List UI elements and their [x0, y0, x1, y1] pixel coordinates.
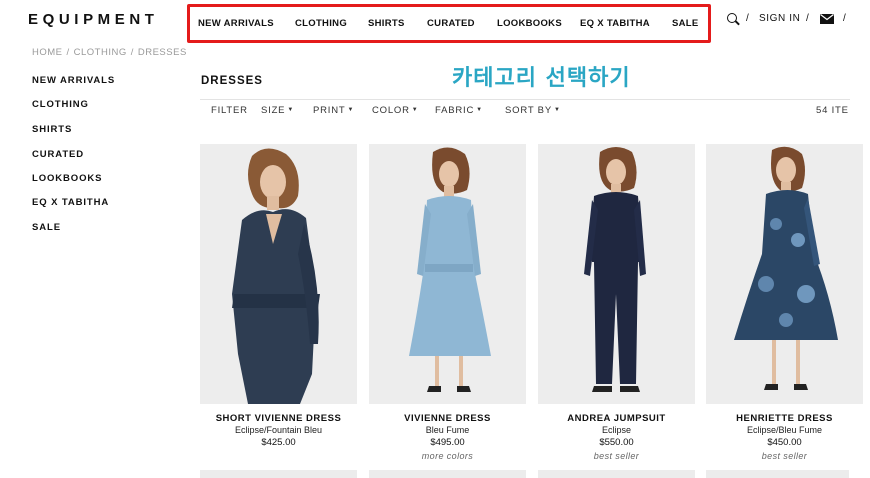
breadcrumb-clothing[interactable]: CLOTHING [74, 47, 127, 58]
caret-down-icon: ▼ [411, 107, 419, 113]
sidebar-item-new-arrivals[interactable]: NEW ARRIVALS [32, 75, 115, 86]
item-count: 54 ITE [816, 105, 849, 116]
filter-bar: FILTER SIZE ▼ PRINT ▼ COLOR ▼ FABRIC ▼ SORT … [0, 105, 870, 119]
nav-item-clothing[interactable]: CLOTHING [295, 18, 347, 29]
product-color: Eclipse [601, 425, 631, 435]
product-card-preview[interactable] [200, 470, 357, 478]
sign-in-link[interactable]: SIGN IN [759, 13, 800, 24]
util-separator: / [843, 13, 847, 24]
sidebar-item-eq-x-tabitha[interactable]: EQ X TABITHA [32, 197, 109, 208]
divider [200, 99, 850, 100]
nav-item-eq-x-tabitha[interactable]: EQ X TABITHA [580, 18, 650, 29]
breadcrumb-separator: / [130, 47, 134, 58]
sort-by-dropdown[interactable]: SORT BY ▼ [505, 105, 561, 116]
product-card-preview[interactable] [706, 470, 849, 478]
size-dropdown[interactable]: SIZE ▼ [261, 105, 294, 116]
product-name[interactable]: HENRIETTE DRESS [706, 413, 863, 424]
fabric-dropdown[interactable]: FABRIC ▼ [435, 105, 483, 116]
product-color: Bleu Fume [425, 425, 470, 435]
product-name[interactable]: ANDREA JUMPSUIT [538, 413, 695, 424]
breadcrumb-home[interactable]: HOME [32, 47, 63, 58]
breadcrumb-separator: / [66, 47, 70, 58]
annotation-label: 카테고리 선택하기 [452, 66, 631, 91]
nav-item-sale[interactable]: SALE [672, 18, 699, 29]
product-price: $550.00 [599, 437, 634, 448]
product-price: $425.00 [261, 437, 296, 448]
size-dropdown-label: SIZE [261, 105, 286, 116]
product-card-preview[interactable] [538, 470, 695, 478]
product-name[interactable]: SHORT VIVIENNE DRESS [200, 413, 357, 424]
breadcrumb-dresses[interactable]: DRESSES [138, 47, 187, 58]
product-price: $495.00 [430, 437, 465, 448]
fabric-dropdown-label: FABRIC [435, 105, 475, 116]
sidebar-item-shirts[interactable]: SHIRTS [32, 124, 72, 135]
product-price: $450.00 [767, 437, 802, 448]
util-separator: / [746, 13, 750, 24]
util-separator: / [806, 13, 810, 24]
sidebar-item-sale[interactable]: SALE [32, 222, 61, 233]
product-image[interactable] [200, 144, 357, 404]
page-title: DRESSES [201, 75, 263, 87]
product-tag: best seller [593, 451, 640, 461]
print-dropdown[interactable]: PRINT ▼ [313, 105, 354, 116]
sort-by-dropdown-label: SORT BY [505, 105, 552, 116]
breadcrumb: HOME / CLOTHING / DRESSES [32, 47, 187, 58]
search-icon[interactable] [727, 13, 737, 23]
nav-item-curated[interactable]: CURATED [427, 18, 475, 29]
product-tag: more colors [421, 451, 474, 461]
brand-logo[interactable]: EQUIPMENT [28, 11, 159, 28]
print-dropdown-label: PRINT [313, 105, 346, 116]
filter-button[interactable]: FILTER [211, 105, 248, 116]
product-image[interactable] [369, 144, 526, 404]
color-dropdown[interactable]: COLOR ▼ [372, 105, 419, 116]
product-image[interactable] [706, 144, 863, 404]
caret-down-icon: ▼ [476, 107, 483, 113]
nav-item-new-arrivals[interactable]: NEW ARRIVALS [198, 18, 274, 29]
sidebar-item-lookbooks[interactable]: LOOKBOOKS [32, 173, 102, 184]
site-header: EQUIPMENT NEW ARRIVALS CLOTHING SHIRTS C… [0, 0, 870, 44]
caret-down-icon: ▼ [347, 107, 355, 113]
color-dropdown-label: COLOR [372, 105, 410, 116]
nav-item-lookbooks[interactable]: LOOKBOOKS [497, 18, 562, 29]
top-navigation: NEW ARRIVALS CLOTHING SHIRTS CURATED LOO… [187, 4, 711, 43]
mail-icon[interactable] [820, 14, 834, 24]
caret-down-icon: ▼ [553, 107, 561, 113]
sidebar-item-curated[interactable]: CURATED [32, 149, 84, 160]
product-tag: best seller [761, 451, 808, 461]
nav-item-shirts[interactable]: SHIRTS [368, 18, 405, 29]
product-color: Eclipse/Bleu Fume [746, 425, 823, 435]
product-color: Eclipse/Fountain Bleu [234, 425, 323, 435]
product-name[interactable]: VIVIENNE DRESS [369, 413, 526, 424]
product-image[interactable] [538, 144, 695, 404]
caret-down-icon: ▼ [287, 107, 295, 113]
product-card-preview[interactable] [369, 470, 526, 478]
